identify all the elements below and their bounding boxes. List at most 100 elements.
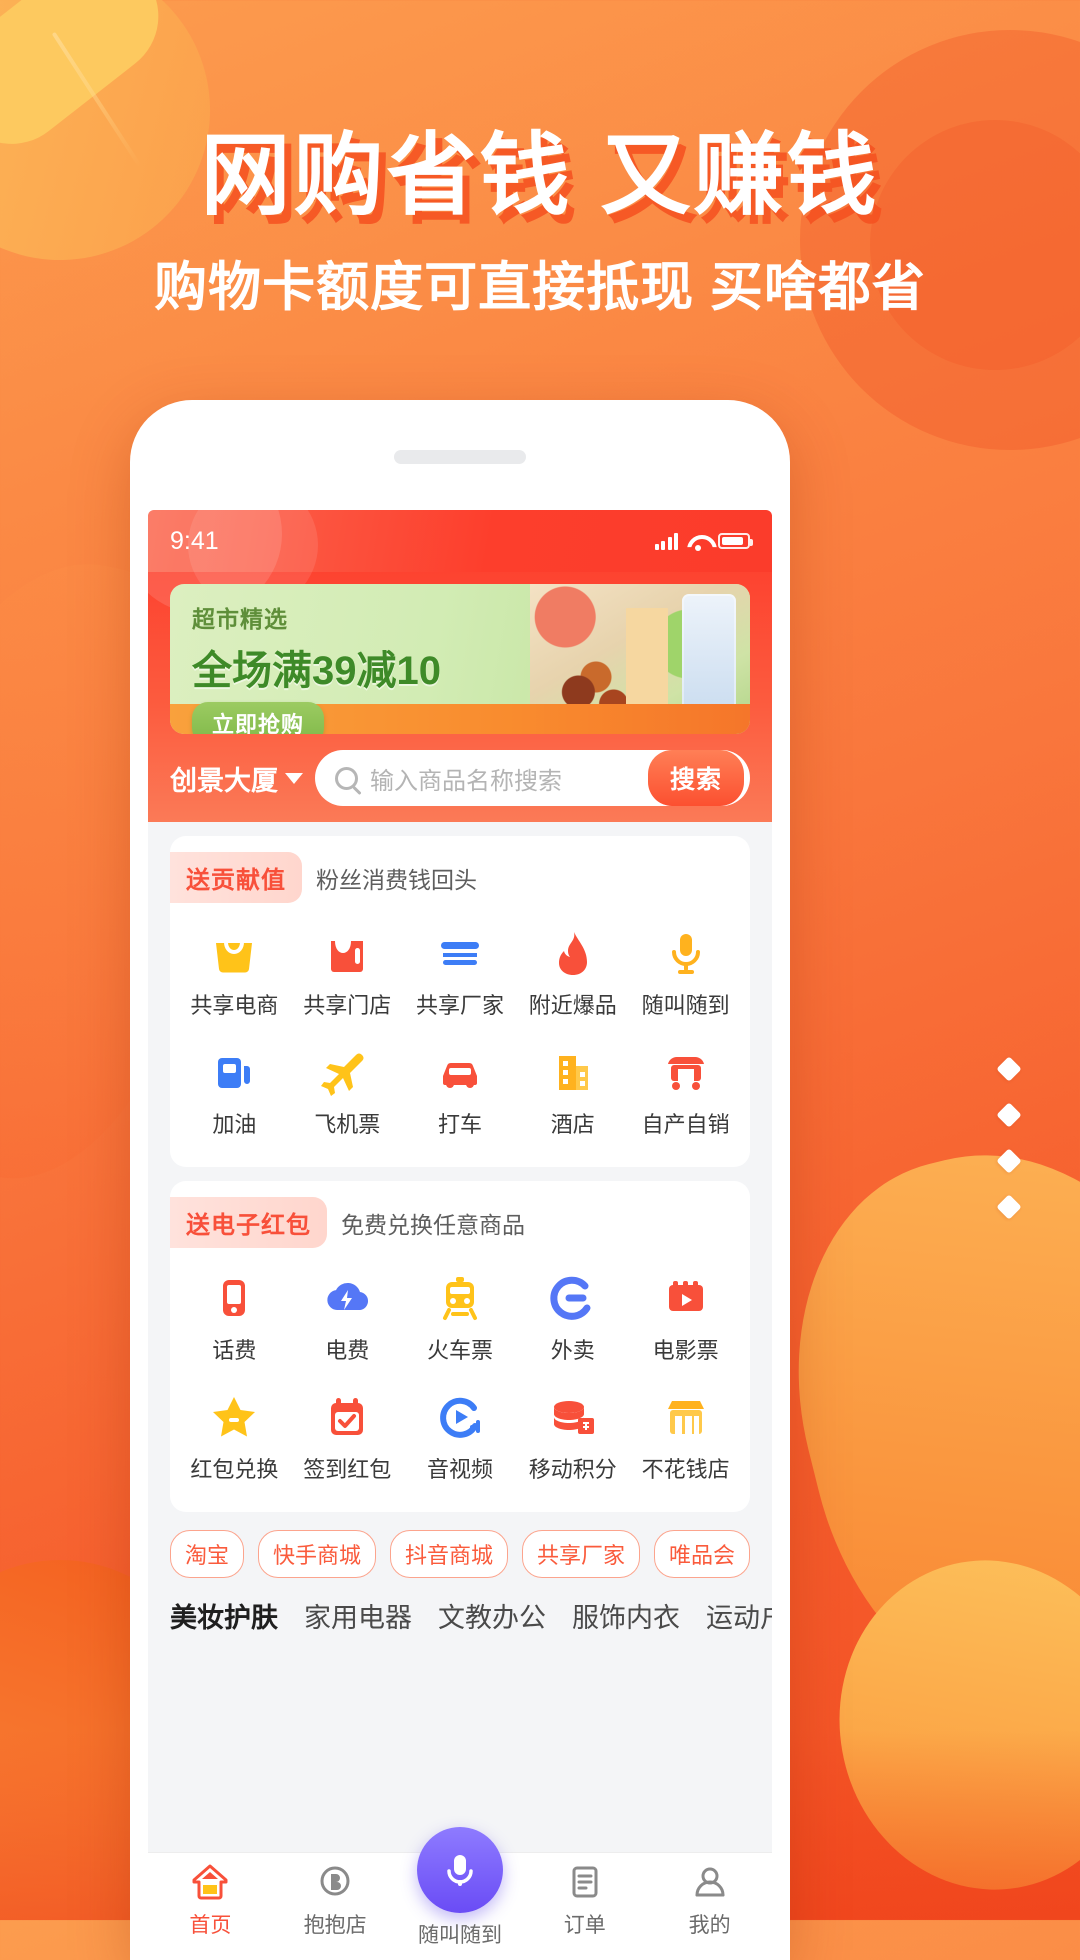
category-tab-beauty[interactable]: 美妆护肤 [170,1596,278,1635]
grid-item-nearby-hot[interactable]: 附近爆品 [516,917,629,1030]
microphone-icon [447,1855,473,1886]
mobile-phone-icon [223,1280,246,1316]
grid-label: 电费 [325,1338,370,1363]
grid-label: 外卖 [550,1338,595,1363]
grid-label: 共享电商 [190,993,279,1018]
status-bar: 9:41 [148,510,772,614]
tab-profile[interactable]: 我的 [647,1861,772,1939]
grid-item-redpacket-exchange[interactable]: 红包兑换 [178,1381,291,1494]
grid-item-shared-ecommerce[interactable]: 共享电商 [178,917,291,1030]
order-list-icon [572,1866,598,1898]
grid-item-mobile-points[interactable]: 移动积分 [516,1381,629,1494]
promo-banner[interactable]: 超市精选 全场满39减10 立即抢购 [170,584,750,734]
grid-item-mobile-topup[interactable]: 话费 [178,1262,291,1375]
phone-screen: 9:41 超市精选 全场满39减10 立即抢购 创景大厦 输入商品名称搜索 搜索… [148,510,772,1960]
tab-on-call[interactable]: 随叫随到 [398,1827,523,1949]
coin-stack-icon [553,1401,594,1434]
phone-speaker [394,450,526,464]
taxi-car-icon [442,1062,477,1088]
calendar-check-icon [331,1398,364,1435]
tab-label: 随叫随到 [417,1924,502,1947]
grid-item-takeout[interactable]: 外卖 [516,1262,629,1375]
category-tab-apparel[interactable]: 服饰内衣 [572,1596,680,1635]
section-subtitle: 免费兑换任意商品 [341,1211,525,1238]
grid-label: 移动积分 [528,1457,617,1482]
brand-chip-factory[interactable]: 共享厂家 [521,1530,640,1578]
grid-item-checkin-redpacket[interactable]: 签到红包 [291,1381,404,1494]
category-tab-row: 美妆护肤 家用电器 文教办公 服饰内衣 运动户外 [148,1578,772,1635]
section-card-redpacket: 送电子红包 免费兑换任意商品 话费 电费 火车票 外卖 电影票 红包兑换 签到红… [170,1181,750,1512]
brand-chip-vip[interactable]: 唯品会 [653,1530,750,1578]
grid-item-free-store[interactable]: 不花钱店 [629,1381,742,1494]
promo-cta-button[interactable]: 立即抢购 [192,702,325,734]
grid-item-on-call[interactable]: 随叫随到 [629,917,742,1030]
page-title: 网购省钱 又赚钱 [200,126,880,226]
electric-cloud-icon [327,1282,369,1311]
grid-label: 飞机票 [314,1112,381,1137]
chevron-down-icon [285,772,303,784]
grid-label: 酒店 [550,1112,595,1137]
grid-label: 红包兑换 [190,1457,279,1482]
battery-icon [718,533,753,549]
section-chip: 送贡献值 [170,852,302,903]
brand-chip-row: 淘宝 快手商城 抖音商城 共享厂家 唯品会 [148,1526,772,1578]
tab-orders[interactable]: 订单 [522,1861,647,1939]
location-selector[interactable]: 创景大厦 [170,759,303,798]
brand-chip-douyin[interactable]: 抖音商城 [389,1530,508,1578]
icon-grid: 话费 电费 火车票 外卖 电影票 红包兑换 签到红包 音视频 移动积分 不花钱店 [170,1252,750,1494]
grid-item-self-produced[interactable]: 自产自销 [629,1036,742,1149]
category-tab-sports[interactable]: 运动户外 [706,1596,772,1635]
grid-item-shared-factory[interactable]: 共享厂家 [404,917,517,1030]
grid-label: 话费 [212,1338,257,1363]
page-subtitle: 购物卡额度可直接抵现 买啥都省 [154,257,926,317]
category-tab-appliance[interactable]: 家用电器 [304,1596,412,1635]
grid-label: 附近爆品 [528,993,617,1018]
grid-label: 打车 [437,1112,482,1137]
promo-copy: 网购省钱 又赚钱 购物卡额度可直接抵现 买啥都省 [0,126,1080,321]
hotel-building-icon [558,1056,588,1090]
fuel-pump-icon [218,1058,251,1088]
hero-section: 超市精选 全场满39减10 立即抢购 创景大厦 输入商品名称搜索 搜索 [148,572,772,822]
grid-label: 加油 [212,1112,257,1137]
brand-chip-kuaishou[interactable]: 快手商城 [257,1530,376,1578]
grid-label: 随叫随到 [641,993,730,1018]
promo-eyebrow: 超市精选 [192,606,288,632]
home-icon [192,1864,228,1900]
phone-mockup: 9:41 超市精选 全场满39减10 立即抢购 创景大厦 输入商品名称搜索 搜索… [130,400,790,1960]
user-profile-icon [695,1867,725,1897]
promo-title: 全场满39减10 [192,649,441,693]
grid-label: 电影票 [652,1338,719,1363]
diamond-icon [996,1056,1022,1082]
microphone-fab-icon[interactable] [416,1827,503,1913]
section-subtitle: 粉丝消费钱回头 [316,866,477,893]
grid-item-refuel[interactable]: 加油 [178,1036,291,1149]
grid-label: 火车票 [426,1338,493,1363]
free-store-icon [667,1401,704,1434]
icon-grid: 共享电商 共享门店 共享厂家 附近爆品 随叫随到 加油 飞机票 打车 酒店 自产… [170,907,750,1149]
factory-shop-icon [440,942,479,965]
search-input[interactable]: 输入商品名称搜索 搜索 [315,750,750,806]
tab-hug-store[interactable]: 抱抱店 [273,1861,398,1939]
category-tab-office[interactable]: 文教办公 [438,1596,546,1635]
deco-blob-right [748,1107,1080,1753]
grid-item-shared-store[interactable]: 共享门店 [291,917,404,1030]
search-row: 创景大厦 输入商品名称搜索 搜索 [170,750,750,806]
search-button[interactable]: 搜索 [647,750,744,806]
grid-item-movie-ticket[interactable]: 电影票 [629,1262,742,1375]
grid-item-train-ticket[interactable]: 火车票 [404,1262,517,1375]
grid-label: 共享厂家 [415,993,504,1018]
tab-home[interactable]: 首页 [148,1861,273,1939]
tab-label: 首页 [189,1914,232,1937]
airplane-icon [321,1053,364,1096]
grid-item-electricity[interactable]: 电费 [291,1262,404,1375]
grid-item-audio-video[interactable]: 音视频 [404,1381,517,1494]
train-icon [442,1277,477,1320]
market-stall-icon [667,1056,704,1090]
signal-bars-icon [654,532,678,550]
grid-item-hotel[interactable]: 酒店 [516,1036,629,1149]
brand-chip-taobao[interactable]: 淘宝 [170,1530,245,1578]
store-tag-icon [331,941,364,972]
grid-item-flight-ticket[interactable]: 飞机票 [291,1036,404,1149]
grid-item-taxi[interactable]: 打车 [404,1036,517,1149]
status-icons [654,532,753,551]
